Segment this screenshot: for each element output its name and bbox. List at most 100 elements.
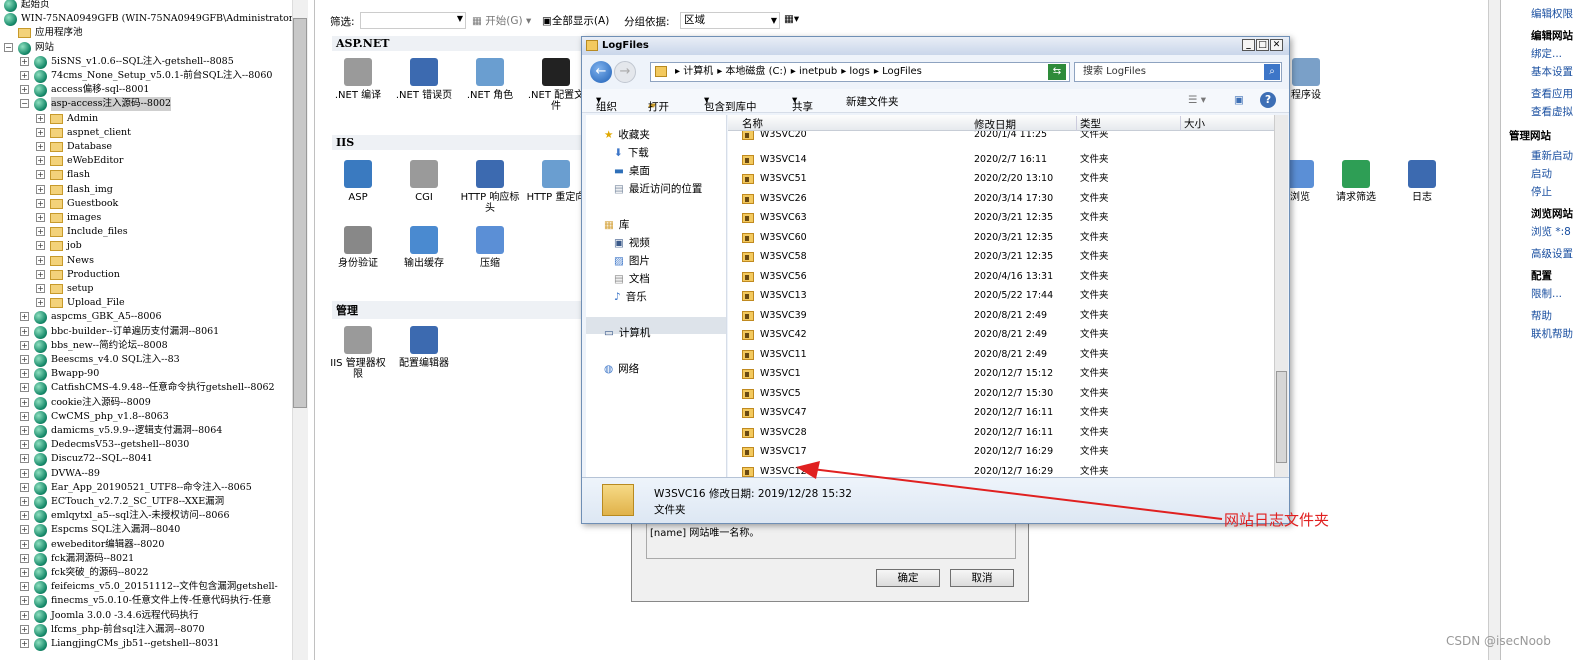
forward-icon[interactable]: →	[614, 61, 636, 83]
basic-settings-link[interactable]: 基本设置	[1531, 64, 1573, 79]
view-virtual-dirs-link[interactable]: 查看虚拟	[1531, 104, 1573, 119]
http-redirect-feature[interactable]: HTTP 重定向	[526, 160, 586, 203]
bindings-link[interactable]: 绑定...	[1531, 46, 1562, 61]
expand-icon[interactable]: +	[20, 355, 29, 364]
tree-site[interactable]: + ECTouch_v2.7.2_SC_UTF8--XXE漏洞	[0, 495, 292, 509]
share-button[interactable]: 共享 ▾	[792, 94, 813, 113]
cancel-button[interactable]: 取消	[950, 569, 1014, 587]
preview-pane-icon[interactable]: ▣	[1234, 94, 1244, 106]
search-input[interactable]: 搜索 LogFiles ⌕	[1074, 62, 1282, 82]
expand-icon[interactable]: +	[20, 539, 29, 549]
start-filter-button[interactable]: ▦ 开始(G) ▾	[472, 13, 531, 28]
file-row[interactable]: W3SVC58 2020/3/21 12:35 文件夹	[728, 247, 1274, 266]
tree-folder[interactable]: + images	[0, 211, 292, 225]
tree-folder[interactable]: + Admin	[0, 112, 292, 126]
file-row[interactable]: W3SVC60 2020/3/21 12:35 文件夹	[728, 228, 1274, 247]
include-library-button[interactable]: 包含到库中 ▾	[704, 94, 757, 113]
tree-folder[interactable]: + job	[0, 239, 292, 253]
tree-site[interactable]: + Beescms_v4.0 SQL注入--83	[0, 353, 292, 367]
tree-folder[interactable]: + News	[0, 254, 292, 268]
tree-site[interactable]: + DedecmsV53--getshell--8030	[0, 438, 292, 453]
back-icon[interactable]: ←	[590, 61, 612, 83]
nav-favorites[interactable]: ★ 收藏夹	[604, 127, 650, 142]
tree-start-page[interactable]: 起始页	[0, 0, 292, 12]
minimize-icon[interactable]: _	[1242, 39, 1255, 51]
expand-icon[interactable]: +	[20, 511, 29, 521]
request-filtering-feature[interactable]: 请求筛选	[1326, 160, 1386, 203]
restart-link[interactable]: 重新启动	[1531, 148, 1573, 163]
column-size[interactable]: 大小	[1180, 116, 1205, 131]
tree-site[interactable]: − asp-access注入源码--8002	[0, 97, 292, 112]
tree-site[interactable]: + finecms_v5.0.10-任意文件上传-任意代码执行-任意	[0, 594, 292, 609]
tree-folder[interactable]: + Upload_File	[0, 296, 292, 310]
view-options-icon[interactable]: ☰ ▾	[1188, 94, 1206, 106]
tree-site[interactable]: + fck漏洞源码--8021	[0, 552, 292, 566]
expand-icon[interactable]: +	[20, 426, 29, 435]
tree-site[interactable]: +74cms_None_Setup_v5.0.1-前台SQL注入--8060	[0, 69, 292, 83]
tree-site[interactable]: + damicms_v5.9.9--逻辑支付漏洞--8064	[0, 424, 292, 438]
expand-icon[interactable]: +	[36, 284, 45, 293]
net-error-pages-feature[interactable]: .NET 错误页	[394, 58, 454, 101]
nav-libraries[interactable]: ▦ 库	[604, 217, 629, 232]
nav-downloads[interactable]: ⬇ 下载	[614, 145, 649, 160]
expand-icon[interactable]: +	[20, 369, 29, 379]
tree-site[interactable]: + bbc-builder--订单遍历支付漏洞--8061	[0, 325, 292, 339]
file-row[interactable]: W3SVC63 2020/3/21 12:35 文件夹	[728, 208, 1274, 227]
advanced-settings-link[interactable]: 高级设置	[1531, 246, 1573, 261]
file-row[interactable]: W3SVC28 2020/12/7 16:11 文件夹	[728, 423, 1274, 442]
expand-icon[interactable]: +	[36, 255, 45, 265]
tree-site[interactable]: + lfcms_php-前台sql注入漏洞--8070	[0, 623, 292, 637]
tree-site[interactable]: + Bwapp-90	[0, 367, 292, 382]
expand-icon[interactable]: +	[36, 227, 45, 237]
compression-feature[interactable]: 压缩	[460, 226, 520, 269]
expand-icon[interactable]: +	[36, 142, 45, 151]
asp-feature[interactable]: ASP	[328, 160, 388, 203]
breadcrumb-separator-icon[interactable]: ▸	[874, 66, 882, 77]
tree-folder[interactable]: + Guestbook	[0, 197, 292, 211]
expand-icon[interactable]: +	[20, 468, 29, 478]
breadcrumb-item[interactable]: logs	[849, 66, 869, 77]
breadcrumb-separator-icon[interactable]: ▸	[675, 66, 683, 77]
file-row[interactable]: W3SVC14 2020/2/7 16:11 文件夹	[728, 150, 1274, 169]
nav-computer[interactable]: ▭ 计算机	[604, 325, 650, 340]
tree-folder[interactable]: + flash	[0, 168, 292, 182]
browse-link[interactable]: 浏览 *:8	[1531, 224, 1571, 239]
tree-site[interactable]: + CatfishCMS-4.9.48--任意命令执行getshell--8062	[0, 381, 292, 396]
cgi-feature[interactable]: CGI	[394, 160, 454, 203]
expand-icon[interactable]: +	[20, 596, 29, 606]
file-list-scrollbar[interactable]	[1274, 115, 1288, 477]
tree-site[interactable]: + LiangjingCMs_jb51--getshell--8031	[0, 637, 292, 651]
help-link[interactable]: 帮助	[1531, 308, 1552, 323]
expand-icon[interactable]: +	[20, 340, 29, 350]
tree-site[interactable]: + bbs_new--简约论坛--8008	[0, 339, 292, 353]
net-profile-feature[interactable]: .NET 配置文件	[526, 58, 586, 112]
expand-icon[interactable]: +	[20, 525, 29, 535]
show-all-button[interactable]: ▣全部显示(A)	[542, 13, 609, 28]
tree-site[interactable]: + ewebeditor编辑器--8020	[0, 538, 292, 552]
expand-icon[interactable]: +	[36, 213, 45, 222]
expand-icon[interactable]: +	[20, 56, 29, 66]
tree-folder[interactable]: + Production	[0, 268, 292, 282]
expand-icon[interactable]: +	[20, 582, 29, 592]
tree-folder[interactable]: + Database	[0, 140, 292, 154]
tree-site[interactable]: + CwCMS_php_v1.8--8063	[0, 410, 292, 424]
expand-icon[interactable]: +	[20, 497, 29, 506]
expand-icon[interactable]: +	[20, 639, 29, 648]
expand-icon[interactable]: +	[20, 312, 29, 322]
new-folder-button[interactable]: 新建文件夹	[846, 94, 899, 109]
http-headers-feature[interactable]: HTTP 响应标头	[460, 160, 520, 214]
expand-icon[interactable]: +	[20, 326, 29, 336]
online-help-link[interactable]: 联机帮助	[1531, 326, 1573, 341]
net-compile-feature[interactable]: .NET 编译	[328, 58, 388, 101]
file-row[interactable]: W3SVC39 2020/8/21 2:49 文件夹	[728, 306, 1274, 325]
nav-pictures[interactable]: ▨ 图片	[614, 253, 650, 268]
expand-icon[interactable]: +	[36, 241, 45, 251]
expand-icon[interactable]: +	[20, 85, 29, 95]
tree-server[interactable]: WIN-75NA0949GFB (WIN-75NA0949GFB\Adminis…	[0, 12, 297, 27]
file-row[interactable]: W3SVC42 2020/8/21 2:49 文件夹	[728, 325, 1274, 344]
file-row[interactable]: W3SVC20 2020/1/4 11:25 文件夹	[728, 131, 1274, 144]
nav-music[interactable]: ♪ 音乐	[614, 289, 647, 304]
filter-input[interactable]: ▼	[360, 12, 466, 29]
tree-folder[interactable]: + setup	[0, 282, 292, 296]
tree-app-pools[interactable]: 应用程序池	[0, 26, 292, 40]
